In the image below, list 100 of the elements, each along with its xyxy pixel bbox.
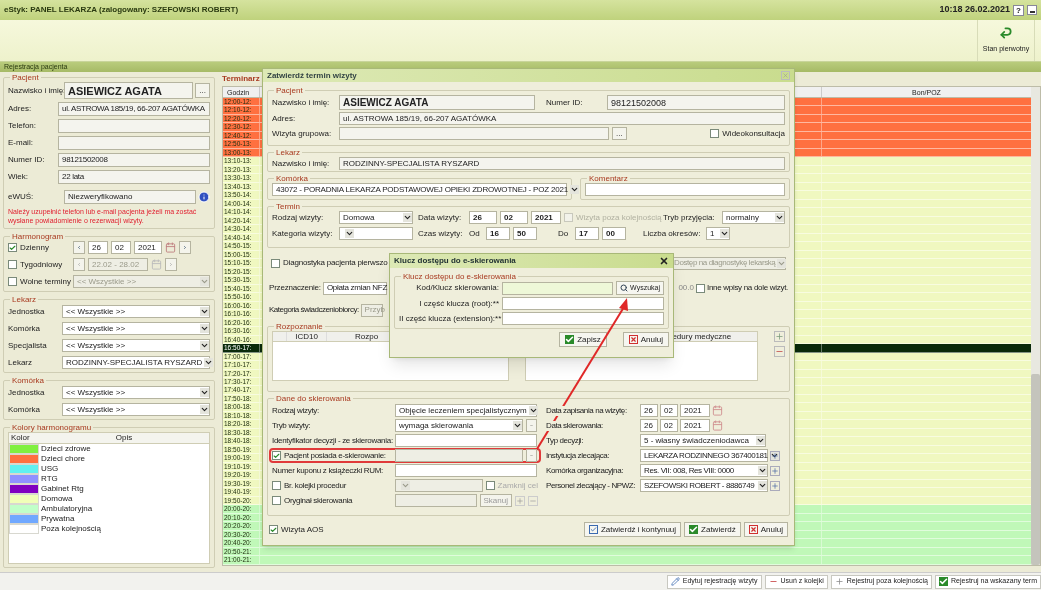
calendar-icon[interactable] (151, 259, 162, 270)
dropdown[interactable]: << Wszystkie >> (62, 386, 210, 399)
calendar-icon[interactable] (712, 420, 723, 431)
dropdown[interactable] (395, 479, 483, 492)
date-field[interactable]: 02 (500, 211, 528, 224)
text-field[interactable] (58, 136, 210, 150)
dropdown[interactable]: Opłata zmian NFZ (322, 281, 387, 295)
text-field[interactable] (339, 127, 609, 140)
date-field[interactable]: 26 (88, 241, 108, 254)
browse-button[interactable] (526, 419, 537, 432)
checkbox[interactable] (271, 258, 280, 268)
next-button[interactable] (165, 258, 177, 271)
date-field[interactable]: 02 (111, 241, 131, 254)
checkbox-label: Wolne terminy (20, 276, 70, 287)
text-field[interactable]: ul. ASTROWA 185/19, 66-207 AGATÓWKA (339, 112, 785, 125)
dropdown[interactable]: << Wszystkie >> (62, 305, 210, 318)
text-field[interactable]: RODZINNY-SPECJALISTA RYSZARD (339, 157, 785, 170)
add-icon[interactable] (770, 450, 780, 461)
date-field[interactable]: 2021 (680, 419, 710, 432)
date-field[interactable]: 26 (469, 211, 497, 224)
dropdown[interactable]: Domowa (339, 211, 413, 224)
text-field[interactable]: ASIEWICZ AGATA (339, 95, 535, 110)
previous-button[interactable] (73, 241, 85, 254)
close-icon[interactable] (659, 256, 669, 266)
remove-icon[interactable] (774, 346, 785, 357)
dropdown[interactable]: << Wszystkie >> (62, 339, 210, 352)
text-field[interactable] (58, 119, 210, 133)
dropdown[interactable]: RODZINNY-SPECJALISTA RYSZARD (62, 356, 210, 369)
date-field[interactable]: 2021 (531, 211, 561, 224)
text-field[interactable]: ul. ASTROWA 185/19, 66-207 AGATÓWKA (58, 102, 210, 116)
field-label: Instytucja zlecająca: (546, 450, 611, 461)
text-field[interactable]: 22 lata (58, 170, 210, 184)
caret-icon (720, 229, 729, 238)
name-field[interactable]: ASIEWICZ AGATA (64, 82, 194, 99)
checkbox[interactable] (8, 277, 17, 286)
text-field[interactable] (502, 281, 614, 295)
dialog-title: Klucz dostępu do e-skierowania (394, 255, 516, 267)
clock: 10:18 26.02.2021 (939, 3, 1010, 17)
info-icon[interactable] (198, 191, 210, 203)
scrollbar[interactable] (1031, 87, 1040, 565)
action-button[interactable]: Zapisz (559, 332, 607, 347)
field-label: 00.0 (678, 283, 694, 293)
browse-button[interactable]: ... (195, 83, 210, 98)
action-button[interactable]: Zatwierdź i kontynuuj (583, 522, 682, 537)
date-field[interactable]: 02 (660, 404, 678, 417)
text-field[interactable] (502, 297, 664, 310)
dropdown[interactable]: wymaga skierowania (395, 419, 523, 432)
text-field[interactable] (585, 183, 785, 196)
remove-icon[interactable] (528, 495, 538, 506)
checkbox[interactable] (485, 481, 495, 490)
action-button[interactable]: Anuluj (743, 522, 788, 537)
dropdown[interactable]: 5 - własny świadczeniodawca (640, 434, 766, 447)
date-field[interactable]: 17 (575, 227, 599, 240)
next-button[interactable] (179, 241, 191, 254)
text-field[interactable] (502, 312, 664, 325)
date-field[interactable]: 02 (660, 419, 678, 432)
table-cell-text: Poza kolejnością (40, 524, 102, 534)
minimize-icon[interactable] (1027, 5, 1037, 15)
help-button[interactable]: ? (1013, 4, 1024, 16)
checkbox[interactable] (269, 525, 278, 534)
table-cell-text: Dzieci chore (40, 454, 85, 464)
browse-button[interactable] (526, 449, 537, 462)
action-button[interactable]: Anuluj (622, 332, 669, 347)
dropdown[interactable]: normalny (722, 211, 785, 224)
date-field[interactable]: 2021 (134, 241, 162, 254)
dropdown[interactable] (339, 227, 413, 240)
date-field[interactable]: 2021 (680, 404, 710, 417)
calendar-icon[interactable] (712, 405, 723, 416)
checkbox[interactable] (272, 451, 281, 460)
dropdown[interactable]: Res. VII: 008, Res VIII: 0000 (640, 464, 768, 477)
field-label: Specjalista (8, 340, 48, 351)
checkbox[interactable] (696, 283, 705, 293)
calendar-icon[interactable] (165, 242, 176, 253)
date-field[interactable]: 50 (513, 227, 537, 240)
dropdown[interactable]: Objęcie leczeniem specjalistycznym (395, 404, 537, 417)
text-field[interactable]: Niezweryfikowano (64, 190, 196, 204)
dropdown[interactable]: << Wszystkie >> (62, 403, 210, 416)
checkbox[interactable] (8, 260, 17, 269)
text-field[interactable]: 98121502008 (58, 153, 210, 167)
action-button[interactable]: Zatwierdź (684, 522, 741, 537)
browse-button[interactable]: ... (612, 127, 627, 140)
checkbox[interactable] (8, 243, 17, 252)
text-field[interactable] (395, 449, 523, 462)
date-field[interactable]: 00 (602, 227, 626, 240)
previous-button[interactable] (73, 258, 85, 271)
dropdown[interactable]: << Wszystkie >> (62, 322, 210, 335)
group-title: Lekarz (11, 295, 37, 304)
date-field[interactable]: 26 (640, 419, 658, 432)
text-field[interactable] (395, 464, 537, 477)
date-field[interactable]: 16 (486, 227, 510, 240)
dropdown[interactable]: SZEFOWSKI ROBERT - 8886749 (640, 479, 768, 492)
date-field[interactable]: 26 (640, 404, 658, 417)
checkbox[interactable] (272, 481, 281, 490)
checkbox[interactable] (272, 496, 281, 505)
text-field[interactable]: 98121502008 (607, 95, 785, 110)
text-field[interactable] (395, 494, 477, 507)
group-title: Komentarz (588, 174, 629, 183)
checkbox[interactable] (710, 129, 720, 138)
text-field[interactable] (395, 434, 537, 447)
dropdown[interactable]: 1 (706, 227, 730, 240)
